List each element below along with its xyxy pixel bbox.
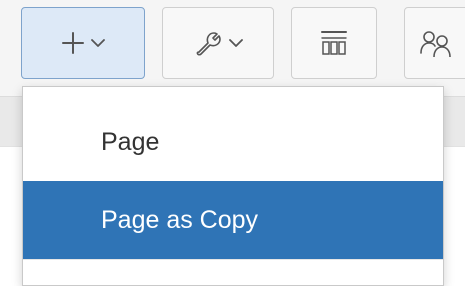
menu-item-label: Page as Copy [101, 205, 259, 234]
menu-item-page[interactable]: Page [23, 103, 443, 181]
menu-item-label: Page [101, 127, 160, 156]
create-dropdown-menu: Page Page as Copy [22, 86, 444, 286]
people-icon [419, 29, 453, 57]
chevron-down-icon [91, 38, 105, 48]
menu-divider [23, 259, 443, 260]
plus-icon [61, 31, 85, 55]
layout-icon [319, 29, 349, 57]
wrench-icon [193, 28, 223, 58]
layout-button[interactable] [291, 7, 377, 79]
chevron-down-icon [229, 38, 243, 48]
menu-item-page-as-copy[interactable]: Page as Copy [23, 181, 443, 259]
utilities-button[interactable] [162, 7, 274, 79]
create-button[interactable] [21, 7, 145, 79]
shared-components-button[interactable] [404, 7, 465, 79]
